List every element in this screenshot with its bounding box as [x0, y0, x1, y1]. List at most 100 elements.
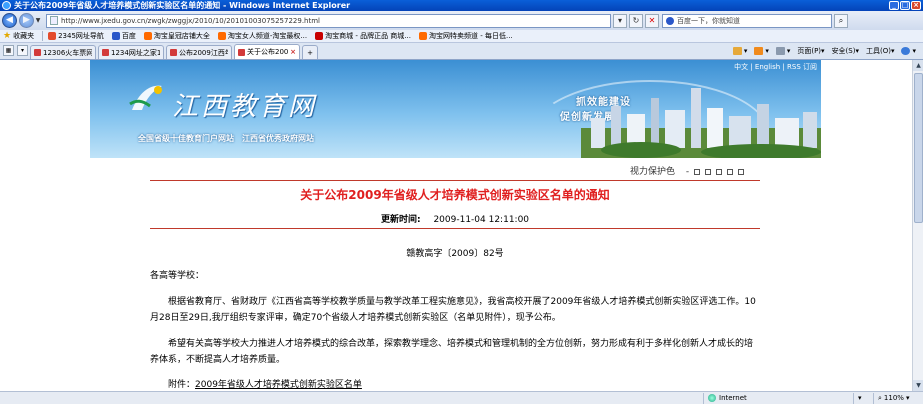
- print-button[interactable]: ▾: [775, 47, 790, 55]
- tab-close-icon[interactable]: ×: [290, 48, 296, 56]
- safety-menu-label: 安全(S): [831, 47, 856, 55]
- vertical-scrollbar[interactable]: ▲ ▼: [912, 60, 923, 391]
- favorites-button[interactable]: 收藏夹: [13, 31, 34, 41]
- site-icon: [48, 32, 57, 40]
- paragraph-1: 根据省教育厅、省财政厅《江西省高等学校教学质量与教学改革工程实施意见》，我省高校…: [150, 297, 756, 323]
- site-icon: [143, 32, 152, 40]
- stop-icon[interactable]: ✕: [645, 13, 659, 28]
- page-menu[interactable]: 页面(P) ▾: [797, 46, 824, 56]
- fav-item-taobao-mall[interactable]: 淘宝商城 - 品牌正品 商城...: [315, 31, 411, 41]
- eye-care-label: 视力保护色: [630, 167, 676, 177]
- tab-current-notice[interactable]: 关于公布2009年省级人...×: [234, 44, 300, 59]
- color-option[interactable]: [715, 168, 722, 175]
- quick-tabs-icon[interactable]: ▦: [3, 45, 14, 56]
- tab-bar: ▦ ▾ 12306火车票网上订票官网... 1234网址之家1234网址导航 公…: [0, 43, 923, 60]
- tab-icon: [34, 49, 41, 56]
- tab-icon: [102, 49, 109, 56]
- window-title: 关于公布2009年省级人才培养模式创新实验区名单的通知 - Windows In…: [14, 1, 351, 10]
- tools-menu[interactable]: 工具(O) ▾: [866, 46, 895, 56]
- feeds-button[interactable]: ▾: [754, 47, 769, 55]
- tools-menu-label: 工具(O): [865, 47, 891, 55]
- baidu-icon: [666, 16, 674, 25]
- fav-label: 百度: [121, 32, 136, 40]
- printer-icon: [775, 47, 785, 55]
- safety-menu[interactable]: 安全(S) ▾: [832, 46, 859, 56]
- ie-logo-icon: [2, 1, 11, 10]
- help-button[interactable]: ▾: [901, 47, 916, 55]
- back-button[interactable]: ◀: [2, 13, 17, 28]
- close-button[interactable]: ×: [911, 1, 921, 10]
- site-icon: [419, 32, 427, 40]
- protected-mode[interactable]: ▾: [853, 392, 873, 404]
- zoom-control[interactable]: ⌕ 110% ▾: [873, 392, 923, 404]
- command-bar: ▾ ▾ ▾ 页面(P) ▾ 安全(S) ▾ 工具(O) ▾ ▾: [728, 43, 923, 59]
- zoom-icon: ⌕: [878, 393, 882, 402]
- home-icon: [732, 47, 742, 55]
- site-icon: [315, 32, 324, 40]
- address-input[interactable]: http://www.jxedu.gov.cn/zwgk/zwggjx/2010…: [46, 13, 611, 28]
- scroll-down-icon[interactable]: ▼: [913, 380, 923, 391]
- tab-list-icon[interactable]: ▾: [17, 45, 28, 56]
- page-viewport: 中文 | English | RSS 订阅 江西教育网 全国省级十佳教育门户网站…: [0, 60, 912, 391]
- fav-item-baidu[interactable]: 百度: [111, 31, 136, 41]
- page-menu-label: 页面(P): [797, 47, 822, 55]
- security-zone: Internet: [703, 392, 853, 404]
- fav-item-taobao-women[interactable]: 淘宝女人频道-淘宝最权...: [217, 31, 308, 41]
- tab-icon: [170, 49, 177, 56]
- globe-icon: [708, 394, 716, 402]
- favorites-label: 收藏夹: [13, 32, 35, 40]
- article-meta: 更新时间: 2009-11-04 12:11:00: [150, 212, 760, 225]
- forward-button[interactable]: ▶: [19, 13, 34, 28]
- language-links[interactable]: 中文 | English | RSS 订阅: [734, 62, 817, 72]
- tab-jiangxi-2009[interactable]: 公布2009江西年人才培养...: [166, 45, 232, 59]
- color-option[interactable]: [726, 168, 733, 175]
- article-title: 关于公布2009年省级人才培养模式创新实验区名单的通知: [300, 188, 610, 202]
- favorites-star-icon: ★: [3, 31, 12, 41]
- scroll-up-icon[interactable]: ▲: [913, 60, 923, 71]
- fav-label: 2345网址导航: [58, 32, 104, 40]
- fav-label: 淘宝网特卖频道 - 每日低...: [429, 32, 513, 40]
- address-toolbar: ◀ ▶ ▼ http://www.jxedu.gov.cn/zwgk/zwggj…: [0, 11, 923, 30]
- divider: [42, 31, 44, 41]
- fav-label: 淘宝皇冠店铺大全: [153, 32, 210, 40]
- search-placeholder: 百度一下，你就知道: [677, 16, 740, 25]
- status-bar: Internet ▾ ⌕ 110% ▾: [0, 391, 923, 404]
- update-time: 2009-11-04 12:11:00: [433, 215, 530, 225]
- city-skyline-image: [581, 88, 821, 158]
- fav-label: 淘宝女人频道-淘宝最权...: [227, 32, 308, 40]
- refresh-icon[interactable]: ↻: [629, 13, 643, 28]
- fav-item-taobao-sale[interactable]: 淘宝网特卖频道 - 每日低...: [419, 31, 513, 41]
- help-icon: [901, 47, 911, 55]
- new-tab-button[interactable]: +: [302, 45, 318, 59]
- address-dropdown-icon[interactable]: ▾: [613, 13, 627, 28]
- fav-item-2345[interactable]: 2345网址导航: [48, 31, 104, 41]
- fav-item-taobao-crown[interactable]: 淘宝皇冠店铺大全: [143, 31, 210, 41]
- salutation: 各高等学校：: [150, 271, 205, 281]
- maximize-button[interactable]: □: [900, 1, 910, 10]
- color-option[interactable]: [704, 168, 711, 175]
- color-option[interactable]: [737, 168, 744, 175]
- divider: [150, 180, 760, 181]
- address-url: http://www.jxedu.gov.cn/zwgk/zwggjx/2010…: [61, 16, 320, 25]
- attachment-label: 附件：: [168, 380, 196, 390]
- attachment-link[interactable]: 2009年省级人才培养模式创新实验区名单: [195, 380, 362, 390]
- zoom-level: 110%: [883, 394, 904, 402]
- search-input[interactable]: 百度一下，你就知道: [662, 13, 832, 28]
- search-icon[interactable]: ⌕: [834, 13, 848, 28]
- fav-label: 淘宝商城 - 品牌正品 商城...: [325, 32, 411, 40]
- scroll-thumb[interactable]: [914, 73, 923, 223]
- site-icon: [111, 32, 120, 40]
- tab-12306[interactable]: 12306火车票网上订票官网...: [30, 45, 96, 59]
- history-dropdown-icon[interactable]: ▼: [34, 17, 42, 24]
- rss-icon: [754, 47, 764, 55]
- window-controls: _ □ ×: [889, 1, 921, 10]
- eye-care-color-picker: 视力保护色 -: [630, 164, 744, 177]
- page-icon: [50, 16, 58, 25]
- color-option[interactable]: [694, 168, 701, 175]
- paragraph-2: 希望有关高等学校大力推进人才培养模式的综合改革，探索教学理念、培养模式和管理机制…: [150, 339, 754, 365]
- home-button[interactable]: ▾: [732, 47, 747, 55]
- tab-label: 12306火车票网上订票官网...: [43, 48, 92, 57]
- tab-1234[interactable]: 1234网址之家1234网址导航: [98, 45, 164, 59]
- minimize-button[interactable]: _: [889, 1, 899, 10]
- site-logo-text: 江西教育网: [172, 92, 318, 122]
